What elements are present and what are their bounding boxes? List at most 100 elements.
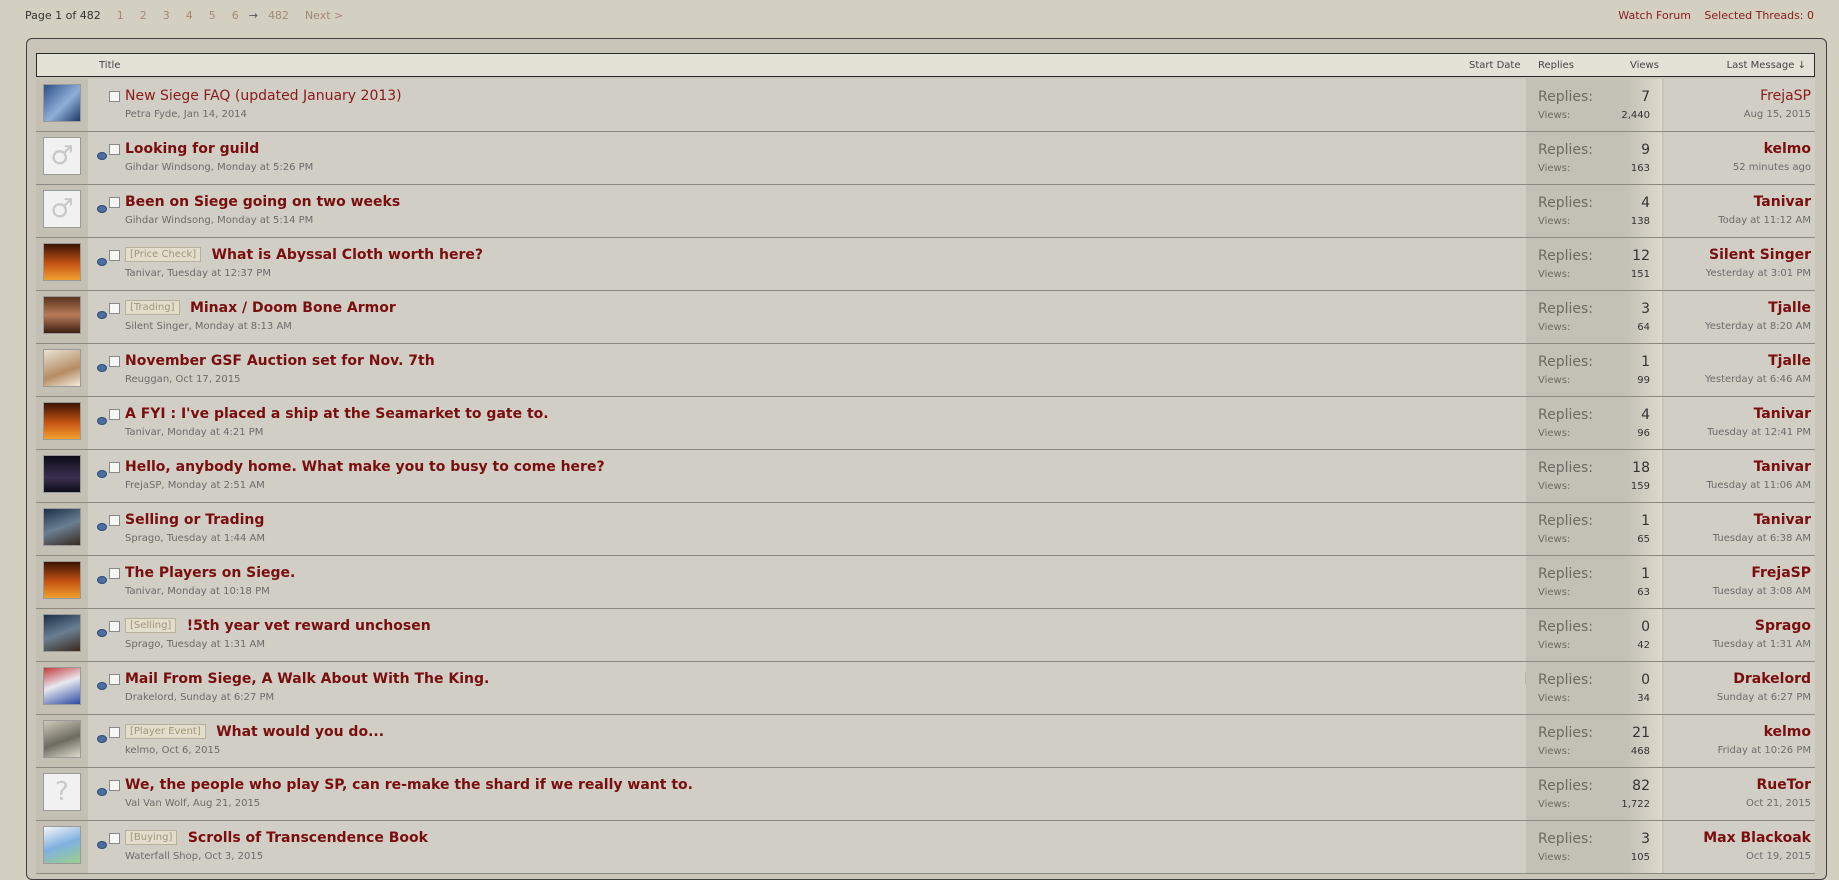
last-message-user[interactable]: Tjalle xyxy=(1768,353,1811,369)
page-link-4[interactable]: 4 xyxy=(186,9,193,22)
thread-title-link[interactable]: !5th year vet reward unchosen xyxy=(187,618,431,634)
last-message-time[interactable]: 52 minutes ago xyxy=(1733,162,1811,173)
thread-author-date[interactable]: Reuggan, Oct 17, 2015 xyxy=(125,374,241,385)
thread-select-checkbox[interactable] xyxy=(109,568,120,579)
last-message-user[interactable]: Tanivar xyxy=(1754,459,1811,475)
last-message-time[interactable]: Today at 11:12 AM xyxy=(1718,215,1811,226)
thread-title-link[interactable]: Looking for guild xyxy=(125,141,259,157)
thread-prefix[interactable]: [Trading] xyxy=(125,300,180,315)
thread-author-date[interactable]: kelmo, Oct 6, 2015 xyxy=(125,745,220,756)
thread-title-link[interactable]: New Siege FAQ (updated January 2013) xyxy=(125,88,402,104)
page-link-5[interactable]: 5 xyxy=(209,9,216,22)
unread-marker-icon[interactable] xyxy=(97,470,107,478)
thread-author-date[interactable]: Waterfall Shop, Oct 3, 2015 xyxy=(125,851,263,862)
thread-select-checkbox[interactable] xyxy=(109,144,120,155)
thread-title-link[interactable]: Scrolls of Transcendence Book xyxy=(188,830,428,846)
last-message-time[interactable]: Friday at 10:26 PM xyxy=(1718,745,1811,756)
page-skip-arrow[interactable]: → xyxy=(249,9,258,22)
last-message-time[interactable]: Sunday at 6:27 PM xyxy=(1717,692,1811,703)
last-message-time[interactable]: Yesterday at 6:46 AM xyxy=(1705,374,1811,385)
sort-views[interactable]: Views xyxy=(1630,60,1659,71)
unread-marker-icon[interactable] xyxy=(97,417,107,425)
last-message-user[interactable]: Silent Singer xyxy=(1709,247,1811,263)
unread-marker-icon[interactable] xyxy=(97,788,107,796)
thread-title-link[interactable]: Minax / Doom Bone Armor xyxy=(190,300,396,316)
selected-threads[interactable]: Selected Threads: 0 xyxy=(1704,9,1814,22)
avatar[interactable] xyxy=(43,402,81,440)
thread-select-checkbox[interactable] xyxy=(109,621,120,632)
thread-prefix[interactable]: [Price Check] xyxy=(125,247,202,262)
last-message-time[interactable]: Yesterday at 8:20 AM xyxy=(1705,321,1811,332)
page-link-6[interactable]: 6 xyxy=(232,9,239,22)
thread-author-date[interactable]: Silent Singer, Monday at 8:13 AM xyxy=(125,321,292,332)
thread-author-date[interactable]: FrejaSP, Monday at 2:51 AM xyxy=(125,480,265,491)
sort-title[interactable]: Title xyxy=(99,60,120,71)
thread-author-date[interactable]: Sprago, Tuesday at 1:31 AM xyxy=(125,639,265,650)
thread-author-date[interactable]: Tanivar, Monday at 4:21 PM xyxy=(125,427,263,438)
avatar[interactable] xyxy=(43,243,81,281)
avatar[interactable] xyxy=(43,667,81,705)
thread-title-link[interactable]: What is Abyssal Cloth worth here? xyxy=(212,247,483,263)
unread-marker-icon[interactable] xyxy=(97,258,107,266)
thread-prefix[interactable]: [Buying] xyxy=(125,830,178,845)
avatar[interactable] xyxy=(43,826,81,864)
page-link-last[interactable]: 482 xyxy=(268,9,289,22)
watch-forum-link[interactable]: Watch Forum xyxy=(1618,9,1691,22)
last-message-user[interactable]: Tanivar xyxy=(1754,194,1811,210)
avatar[interactable] xyxy=(43,349,81,387)
last-message-user[interactable]: kelmo xyxy=(1764,141,1811,157)
last-message-time[interactable]: Tuesday at 1:31 AM xyxy=(1713,639,1811,650)
thread-select-checkbox[interactable] xyxy=(109,250,120,261)
unread-marker-icon[interactable] xyxy=(97,311,107,319)
avatar[interactable] xyxy=(43,508,81,546)
page-link-3[interactable]: 3 xyxy=(163,9,170,22)
sort-replies[interactable]: Replies xyxy=(1538,60,1574,71)
unread-marker-icon[interactable] xyxy=(97,735,107,743)
thread-author-date[interactable]: Sprago, Tuesday at 1:44 AM xyxy=(125,533,265,544)
avatar[interactable]: ♂ xyxy=(43,190,81,228)
unread-marker-icon[interactable] xyxy=(97,576,107,584)
last-message-user[interactable]: Sprago xyxy=(1755,618,1811,634)
thread-select-checkbox[interactable] xyxy=(109,356,120,367)
last-message-time[interactable]: Oct 19, 2015 xyxy=(1746,851,1811,862)
thread-author-date[interactable]: Gihdar Windsong, Monday at 5:14 PM xyxy=(125,215,313,226)
thread-author-date[interactable]: Gihdar Windsong, Monday at 5:26 PM xyxy=(125,162,313,173)
unread-marker-icon[interactable] xyxy=(97,205,107,213)
unread-marker-icon[interactable] xyxy=(97,523,107,531)
thread-select-checkbox[interactable] xyxy=(109,462,120,473)
thread-author-date[interactable]: Val Van Wolf, Aug 21, 2015 xyxy=(125,798,260,809)
thread-author-date[interactable]: Drakelord, Sunday at 6:27 PM xyxy=(125,692,274,703)
thread-title-link[interactable]: What would you do... xyxy=(216,724,384,740)
thread-select-checkbox[interactable] xyxy=(109,515,120,526)
thread-title-link[interactable]: Selling or Trading xyxy=(125,512,264,528)
thread-title-link[interactable]: We, the people who play SP, can re-make … xyxy=(125,777,693,793)
thread-select-checkbox[interactable] xyxy=(109,91,120,102)
last-message-user[interactable]: Tjalle xyxy=(1768,300,1811,316)
avatar[interactable] xyxy=(43,455,81,493)
last-message-time[interactable]: Tuesday at 6:38 AM xyxy=(1713,533,1811,544)
last-message-user[interactable]: Drakelord xyxy=(1733,671,1811,687)
thread-prefix[interactable]: [Selling] xyxy=(125,618,177,633)
unread-marker-icon[interactable] xyxy=(97,364,107,372)
thread-select-checkbox[interactable] xyxy=(109,780,120,791)
avatar[interactable] xyxy=(43,720,81,758)
last-message-time[interactable]: Aug 15, 2015 xyxy=(1744,109,1811,120)
thread-select-checkbox[interactable] xyxy=(109,674,120,685)
avatar[interactable]: ♂ xyxy=(43,137,81,175)
thread-select-checkbox[interactable] xyxy=(109,303,120,314)
thread-select-checkbox[interactable] xyxy=(109,833,120,844)
last-message-user[interactable]: Max Blackoak xyxy=(1703,830,1811,846)
unread-marker-icon[interactable] xyxy=(97,841,107,849)
next-page-link[interactable]: Next > xyxy=(305,9,343,22)
sort-start-date[interactable]: Start Date xyxy=(1469,60,1521,71)
thread-author-date[interactable]: Petra Fyde, Jan 14, 2014 xyxy=(125,109,247,120)
last-message-time[interactable]: Oct 21, 2015 xyxy=(1746,798,1811,809)
last-message-user[interactable]: RueTor xyxy=(1757,777,1811,793)
thread-author-date[interactable]: Tanivar, Tuesday at 12:37 PM xyxy=(125,268,271,279)
thread-author-date[interactable]: Tanivar, Monday at 10:18 PM xyxy=(125,586,270,597)
last-message-user[interactable]: FrejaSP xyxy=(1760,88,1811,104)
avatar[interactable] xyxy=(43,561,81,599)
thread-select-checkbox[interactable] xyxy=(109,409,120,420)
thread-title-link[interactable]: The Players on Siege. xyxy=(125,565,295,581)
thread-select-checkbox[interactable] xyxy=(109,727,120,738)
